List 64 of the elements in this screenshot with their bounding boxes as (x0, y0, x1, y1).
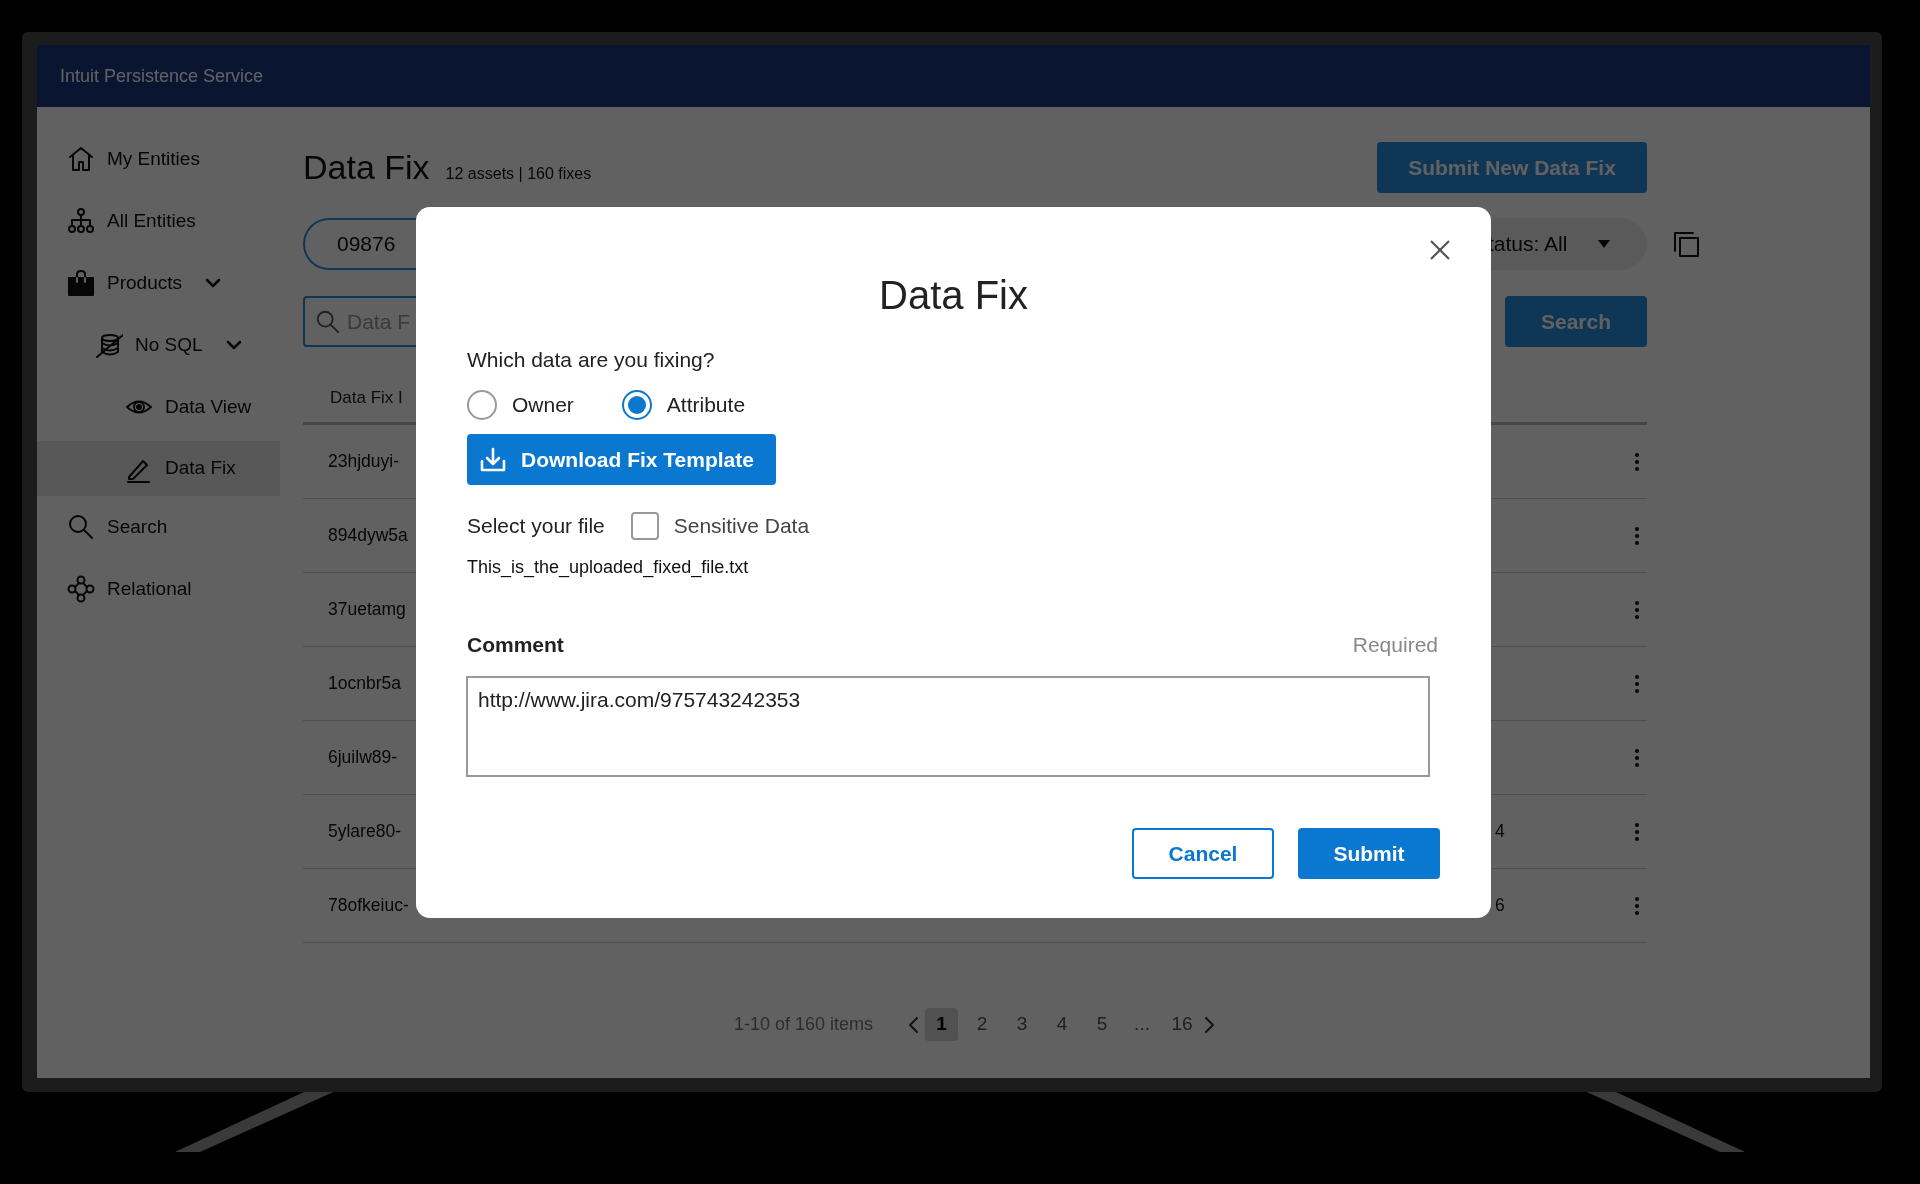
search-icon (67, 513, 95, 541)
submit-button[interactable]: Submit (1298, 828, 1440, 879)
table-cell-text: 23hjduyi- (328, 450, 400, 474)
table-cell-text: 37uetamg (328, 598, 406, 622)
kebab-icon[interactable] (1634, 895, 1640, 916)
comment-label: Comment (467, 632, 564, 659)
download-icon (479, 445, 507, 474)
file-label: Select your file (467, 513, 605, 540)
kebab-icon[interactable] (1634, 673, 1640, 694)
kebab-icon[interactable] (1634, 821, 1640, 842)
radio-label: Attribute (666, 392, 746, 419)
sidebar-item[interactable]: All Entities (37, 190, 280, 252)
page-title: Data Fix (303, 147, 430, 188)
asset-summary: 12 assets | 160 fixes (445, 164, 592, 184)
shopping-bag-icon (67, 269, 95, 297)
radio-label: Owner (512, 392, 574, 419)
radio-button[interactable] (621, 390, 652, 420)
database-icon (95, 331, 123, 359)
kebab-icon[interactable] (1634, 451, 1640, 472)
table-cell-text: 6 (1495, 894, 1505, 918)
home-icon (67, 145, 95, 173)
table-cell-text: 78ofkeiuc- (328, 894, 409, 918)
sidebar-item[interactable]: My Entities (37, 128, 280, 190)
cancel-button[interactable]: Cancel (1132, 828, 1274, 879)
copy-icon[interactable] (1672, 230, 1700, 258)
page-button[interactable]: 3 (1002, 1010, 1043, 1039)
page-button[interactable]: 4 (1042, 1010, 1083, 1039)
submit-new-button[interactable]: Submit New Data Fix (1377, 142, 1647, 193)
page-button[interactable]: 16 (1162, 1010, 1203, 1039)
search-button[interactable]: Search (1505, 296, 1647, 347)
radio-button[interactable] (467, 390, 497, 420)
network-icon (67, 575, 95, 603)
hierarchy-icon (67, 207, 95, 235)
table-cell-text: 1ocnbr5a (328, 672, 401, 696)
chevron-right-icon[interactable] (1202, 1014, 1217, 1035)
sidebar-item[interactable]: Products (37, 252, 280, 314)
kebab-icon[interactable] (1634, 599, 1640, 620)
kebab-icon[interactable] (1634, 747, 1640, 768)
checkbox[interactable] (630, 512, 659, 540)
column-header: Data Fix I (330, 386, 403, 409)
modal-title: Data Fix (878, 272, 1029, 319)
caret-down-icon (1597, 239, 1612, 249)
page-button[interactable]: 5 (1082, 1010, 1123, 1039)
page-button[interactable]: 1 (925, 1008, 959, 1041)
table-cell-text: 894dyw5a (328, 524, 408, 548)
sidebar-item[interactable]: Data Fix (37, 441, 280, 496)
sidebar-item[interactable]: Search (37, 496, 280, 558)
sidebar-item[interactable]: Data View (37, 376, 280, 438)
required-hint: Required (1352, 632, 1438, 659)
page-button[interactable]: 2 (962, 1010, 1003, 1039)
checkbox-label: Sensitive Data (673, 513, 810, 540)
table-cell-text: 6juilw89- (328, 746, 398, 770)
table-cell-text: 5ylare80- (328, 820, 401, 844)
search-icon (315, 308, 341, 335)
sidebar-item[interactable]: Relational (37, 558, 280, 620)
comment-field[interactable]: http://www.jira.com/975743242353 (466, 676, 1430, 777)
question-text: Which data are you fixing? (467, 347, 716, 373)
app-title: Intuit Persistence Service (60, 64, 264, 88)
table-cell-text: 4 (1495, 820, 1505, 844)
download-button[interactable]: Download Fix Template (467, 434, 776, 485)
ellipsis: ... (1133, 1012, 1151, 1037)
sidebar-item[interactable]: No SQL (37, 314, 280, 376)
file-name: This_is_the_uploaded_fixed_file.txt (467, 556, 750, 580)
kebab-icon[interactable] (1634, 525, 1640, 546)
